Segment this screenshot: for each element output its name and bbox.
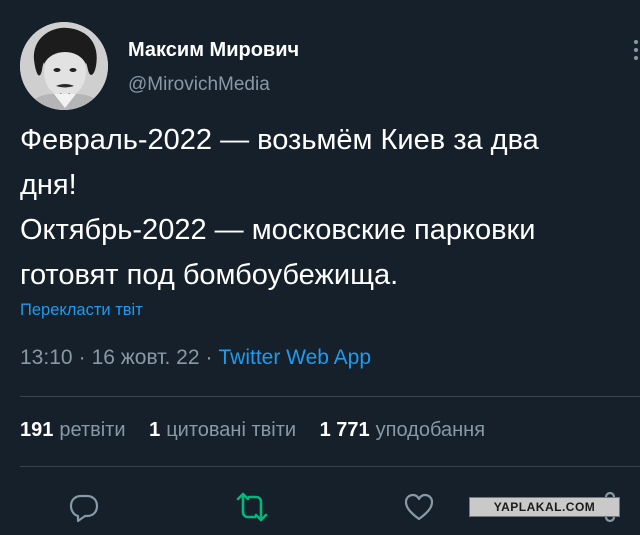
quote-tweets-stat[interactable]: 1 цитовані твіти [149,419,296,442]
author-handle[interactable]: @MirovichMedia [128,74,270,96]
quote-tweets-label: цитовані твіти [166,419,297,441]
like-icon[interactable] [402,490,436,524]
quote-tweets-count: 1 [149,419,161,441]
likes-count: 1 771 [319,419,370,441]
tweet-meta: 13:10 · 16 жовт. 22 · Twitter Web App [20,346,371,370]
retweet-icon[interactable] [235,490,269,524]
more-options-icon[interactable] [628,38,640,62]
retweets-count: 191 [20,419,54,441]
watermark-badge: YAPLAKAL.COM [469,497,620,517]
retweets-label: ретвіти [59,419,126,441]
meta-separator: · [205,346,213,369]
translate-tweet-link[interactable]: Перекласти твіт [20,301,143,320]
profile-photo-icon [20,22,108,110]
tweet-stats: 191 ретвіти 1 цитовані твіти 1 771 уподобан… [20,419,503,442]
tweet-time[interactable]: 13:10 [20,346,73,369]
divider [20,466,640,467]
reply-icon[interactable] [67,490,101,524]
likes-label: уподобання [375,419,486,441]
avatar[interactable] [20,22,108,110]
author-name[interactable]: Максим Мирович [128,39,299,62]
tweet-source-link[interactable]: Twitter Web App [219,346,372,369]
tweet-date[interactable]: 16 жовт. 22 [92,346,200,369]
retweets-stat[interactable]: 191 ретвіти [20,419,126,442]
divider [20,396,640,397]
meta-separator: · [78,346,86,369]
likes-stat[interactable]: 1 771 уподобання [320,419,485,442]
tweet-text: Февраль-2022 — возьмём Киев за два дня! … [20,124,539,291]
